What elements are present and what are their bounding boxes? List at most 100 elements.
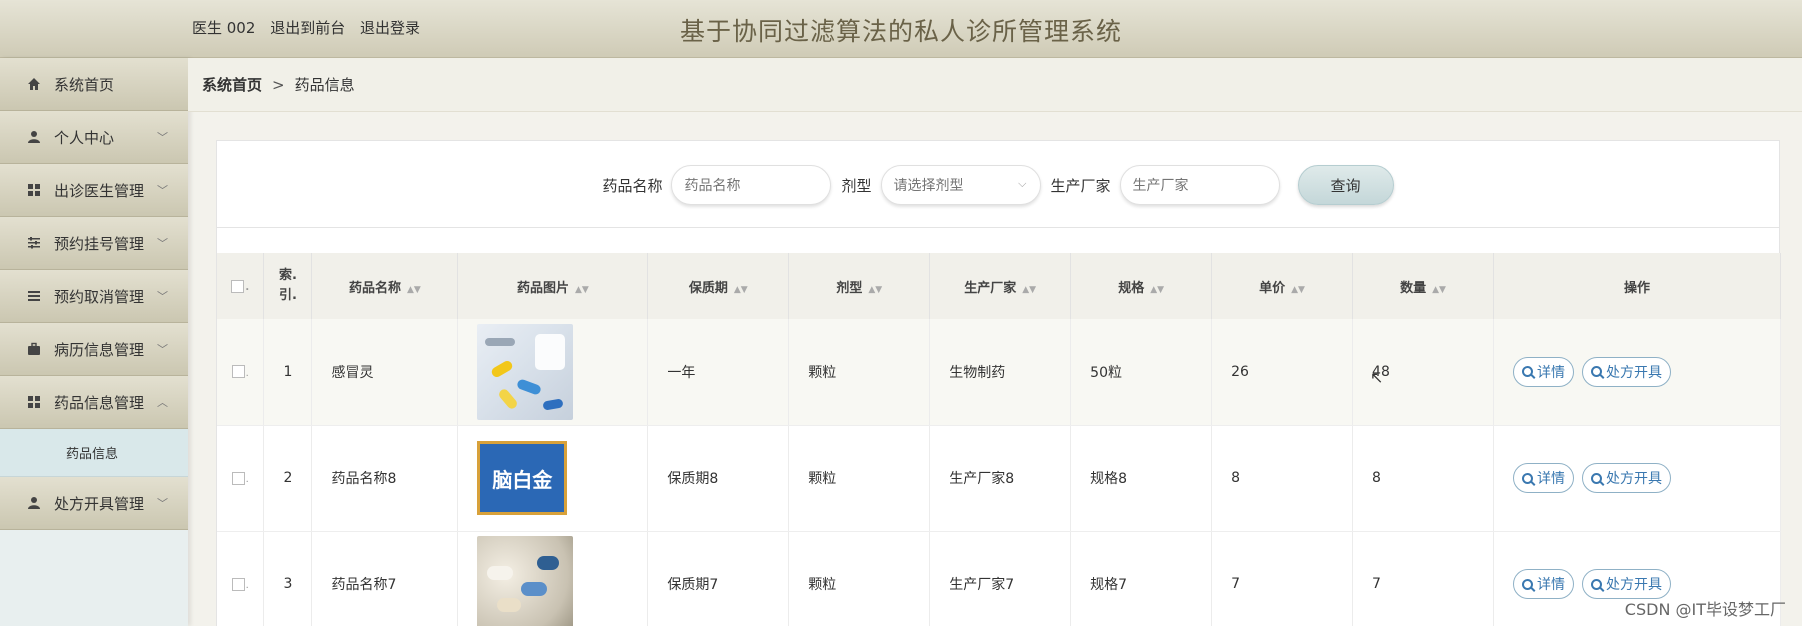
column-header-price[interactable]: 单价 ▲▼ xyxy=(1211,253,1354,319)
select-all-checkbox[interactable] xyxy=(231,279,245,293)
unit-price: 26 xyxy=(1211,319,1354,426)
unit-price: 7 xyxy=(1211,531,1354,626)
sort-icon[interactable]: ▲▼ xyxy=(1150,285,1164,295)
search-icon xyxy=(1521,578,1533,590)
row-checkbox[interactable] xyxy=(231,577,245,591)
detail-button[interactable]: 详情 xyxy=(1512,356,1574,387)
column-header-image[interactable]: 药品图片 ▲▼ xyxy=(457,253,649,319)
medicine-image-cell xyxy=(457,319,649,426)
sidebar-item-label: 处方开具管理 xyxy=(54,494,145,513)
shelf-life: 保质期7 xyxy=(647,531,790,626)
sidebar-item-medicine[interactable]: 药品信息管理 ︿ xyxy=(0,376,188,429)
table-container: . 索. 引. 药品名称 ▲▼ 药品图片 ▲▼ 保质期 ▲▼ 剂型 ▲▼ 生产厂家 ▲▼ … xyxy=(216,228,1782,626)
manufacturer: 生产厂家8 xyxy=(929,425,1072,532)
dosage-form: 颗粒 xyxy=(788,531,931,626)
sidebar-item-doctors[interactable]: 出诊医生管理 ﹀ xyxy=(0,164,188,217)
column-header-index: 索. 引. xyxy=(263,253,313,319)
user-icon xyxy=(26,129,42,145)
specification: 规格7 xyxy=(1070,531,1213,626)
sort-icon[interactable]: ▲▼ xyxy=(734,285,748,295)
product-box-text: 脑白金 xyxy=(492,467,553,492)
sort-icon[interactable]: ▲▼ xyxy=(575,285,589,295)
top-header: 医生 002 退出到前台 退出登录 基于协同过滤算法的私人诊所管理系统 xyxy=(0,0,1802,58)
specification: 规格8 xyxy=(1070,425,1213,532)
column-header-dosage-form[interactable]: 剂型 ▲▼ xyxy=(788,253,931,319)
medicine-image[interactable]: 脑白金 xyxy=(477,441,568,515)
sidebar-item-profile[interactable]: 个人中心 ﹀ xyxy=(0,111,188,164)
quantity: 8 xyxy=(1352,425,1494,532)
user-icon xyxy=(26,495,42,511)
operations-cell: 详情 处方开具 xyxy=(1493,425,1782,532)
medicine-image[interactable] xyxy=(477,323,574,420)
shelf-life: 一年 xyxy=(647,319,790,426)
sidebar-item-records[interactable]: 病历信息管理 ﹀ xyxy=(0,323,188,376)
sidebar-item-label: 病历信息管理 xyxy=(54,340,145,359)
sidebar-item-label: 药品信息管理 xyxy=(54,393,145,412)
column-header-spec[interactable]: 规格 ▲▼ xyxy=(1070,253,1213,319)
unit-price: 8 xyxy=(1211,425,1354,532)
chevron-down-icon: ﹀ xyxy=(157,343,168,356)
column-header-name[interactable]: 药品名称 ▲▼ xyxy=(311,253,459,319)
prescribe-button[interactable]: 处方开具 xyxy=(1581,569,1671,599)
sidebar-item-cancellations[interactable]: 预约取消管理 ﹀ xyxy=(0,270,188,323)
breadcrumb-home-link[interactable]: 系统首页 xyxy=(202,74,262,95)
chevron-down-icon: ﹀ xyxy=(157,131,168,144)
sidebar-item-label: 预约挂号管理 xyxy=(54,234,145,253)
medicine-image[interactable] xyxy=(477,536,574,626)
home-icon xyxy=(26,76,42,92)
dosage-form-field[interactable] xyxy=(880,165,1041,205)
sort-icon[interactable]: ▲▼ xyxy=(1432,285,1446,295)
detail-button[interactable]: 详情 xyxy=(1512,569,1574,599)
row-select-cell[interactable]: . xyxy=(217,425,265,532)
sidebar-item-home[interactable]: 系统首页 xyxy=(0,58,188,111)
sidebar-subitem-medicine-info[interactable]: 药品信息 xyxy=(0,429,188,477)
watermark: CSDN @IT毕设梦工厂 xyxy=(1624,600,1786,619)
sort-icon[interactable]: ▲▼ xyxy=(1022,285,1036,295)
medicine-name: 药品名称8 xyxy=(311,425,459,532)
select-all-header[interactable]: . xyxy=(217,253,265,319)
detail-button[interactable]: 详情 xyxy=(1512,463,1574,493)
medicine-name-input[interactable] xyxy=(671,165,832,205)
sidebar-item-appointments[interactable]: 预约挂号管理 ﹀ xyxy=(0,217,188,270)
row-select-cell[interactable]: . xyxy=(217,531,265,626)
dosage-form: 颗粒 xyxy=(788,319,931,426)
search-icon xyxy=(1590,472,1602,484)
sidebar-item-label: 预约取消管理 xyxy=(54,287,145,306)
query-button[interactable]: 查询 xyxy=(1297,165,1394,205)
sidebar-item-label: 出诊医生管理 xyxy=(54,181,145,200)
column-header-shelf-life[interactable]: 保质期 ▲▼ xyxy=(647,253,790,319)
mouse-cursor-icon: ↖ xyxy=(1370,368,1384,387)
table-row: . 3 药品名称7 保质期7 颗粒 生产厂家7 规格7 7 7 详情 处方开具 xyxy=(217,531,1782,626)
sidebar: 系统首页 个人中心 ﹀ 出诊医生管理 ﹀ 预约挂号管理 ﹀ 预约取消管理 ﹀ 病… xyxy=(0,58,188,626)
row-checkbox[interactable] xyxy=(231,471,245,485)
search-icon xyxy=(1521,472,1533,484)
manufacturer-input[interactable] xyxy=(1119,165,1280,205)
search-icon xyxy=(1521,366,1533,378)
breadcrumb-separator: > xyxy=(272,75,285,94)
manufacturer: 生产厂家7 xyxy=(929,531,1072,626)
sidebar-item-prescriptions[interactable]: 处方开具管理 ﹀ xyxy=(0,477,188,530)
name-label: 药品名称 xyxy=(602,176,663,195)
shelf-life: 保质期8 xyxy=(647,425,790,532)
column-header-quantity[interactable]: 数量 ▲▼ xyxy=(1352,253,1494,319)
medicine-name: 药品名称7 xyxy=(311,531,459,626)
maker-label: 生产厂家 xyxy=(1050,176,1111,195)
briefcase-icon xyxy=(26,341,42,357)
search-panel: 药品名称 剂型 ⌵ 生产厂家 查询 xyxy=(216,140,1780,228)
search-icon xyxy=(1590,366,1602,378)
grid-icon xyxy=(26,394,42,410)
row-select-cell[interactable]: . xyxy=(217,319,265,426)
search-icon xyxy=(1590,578,1602,590)
sort-icon[interactable]: ▲▼ xyxy=(1291,285,1305,295)
prescribe-button[interactable]: 处方开具 xyxy=(1581,463,1671,493)
dosage-form-select[interactable]: ⌵ xyxy=(880,165,1051,205)
breadcrumb: 系统首页 > 药品信息 xyxy=(188,58,1802,112)
quantity: 7 xyxy=(1352,531,1494,626)
dosage-form: 颗粒 xyxy=(788,425,931,532)
table-header-row: . 索. 引. 药品名称 ▲▼ 药品图片 ▲▼ 保质期 ▲▼ 剂型 ▲▼ 生产厂家 ▲▼ … xyxy=(217,253,1782,319)
prescribe-button[interactable]: 处方开具 xyxy=(1581,356,1671,387)
column-header-manufacturer[interactable]: 生产厂家 ▲▼ xyxy=(929,253,1072,319)
sort-icon[interactable]: ▲▼ xyxy=(868,285,882,295)
sort-icon[interactable]: ▲▼ xyxy=(407,285,421,295)
row-checkbox[interactable] xyxy=(231,365,245,379)
